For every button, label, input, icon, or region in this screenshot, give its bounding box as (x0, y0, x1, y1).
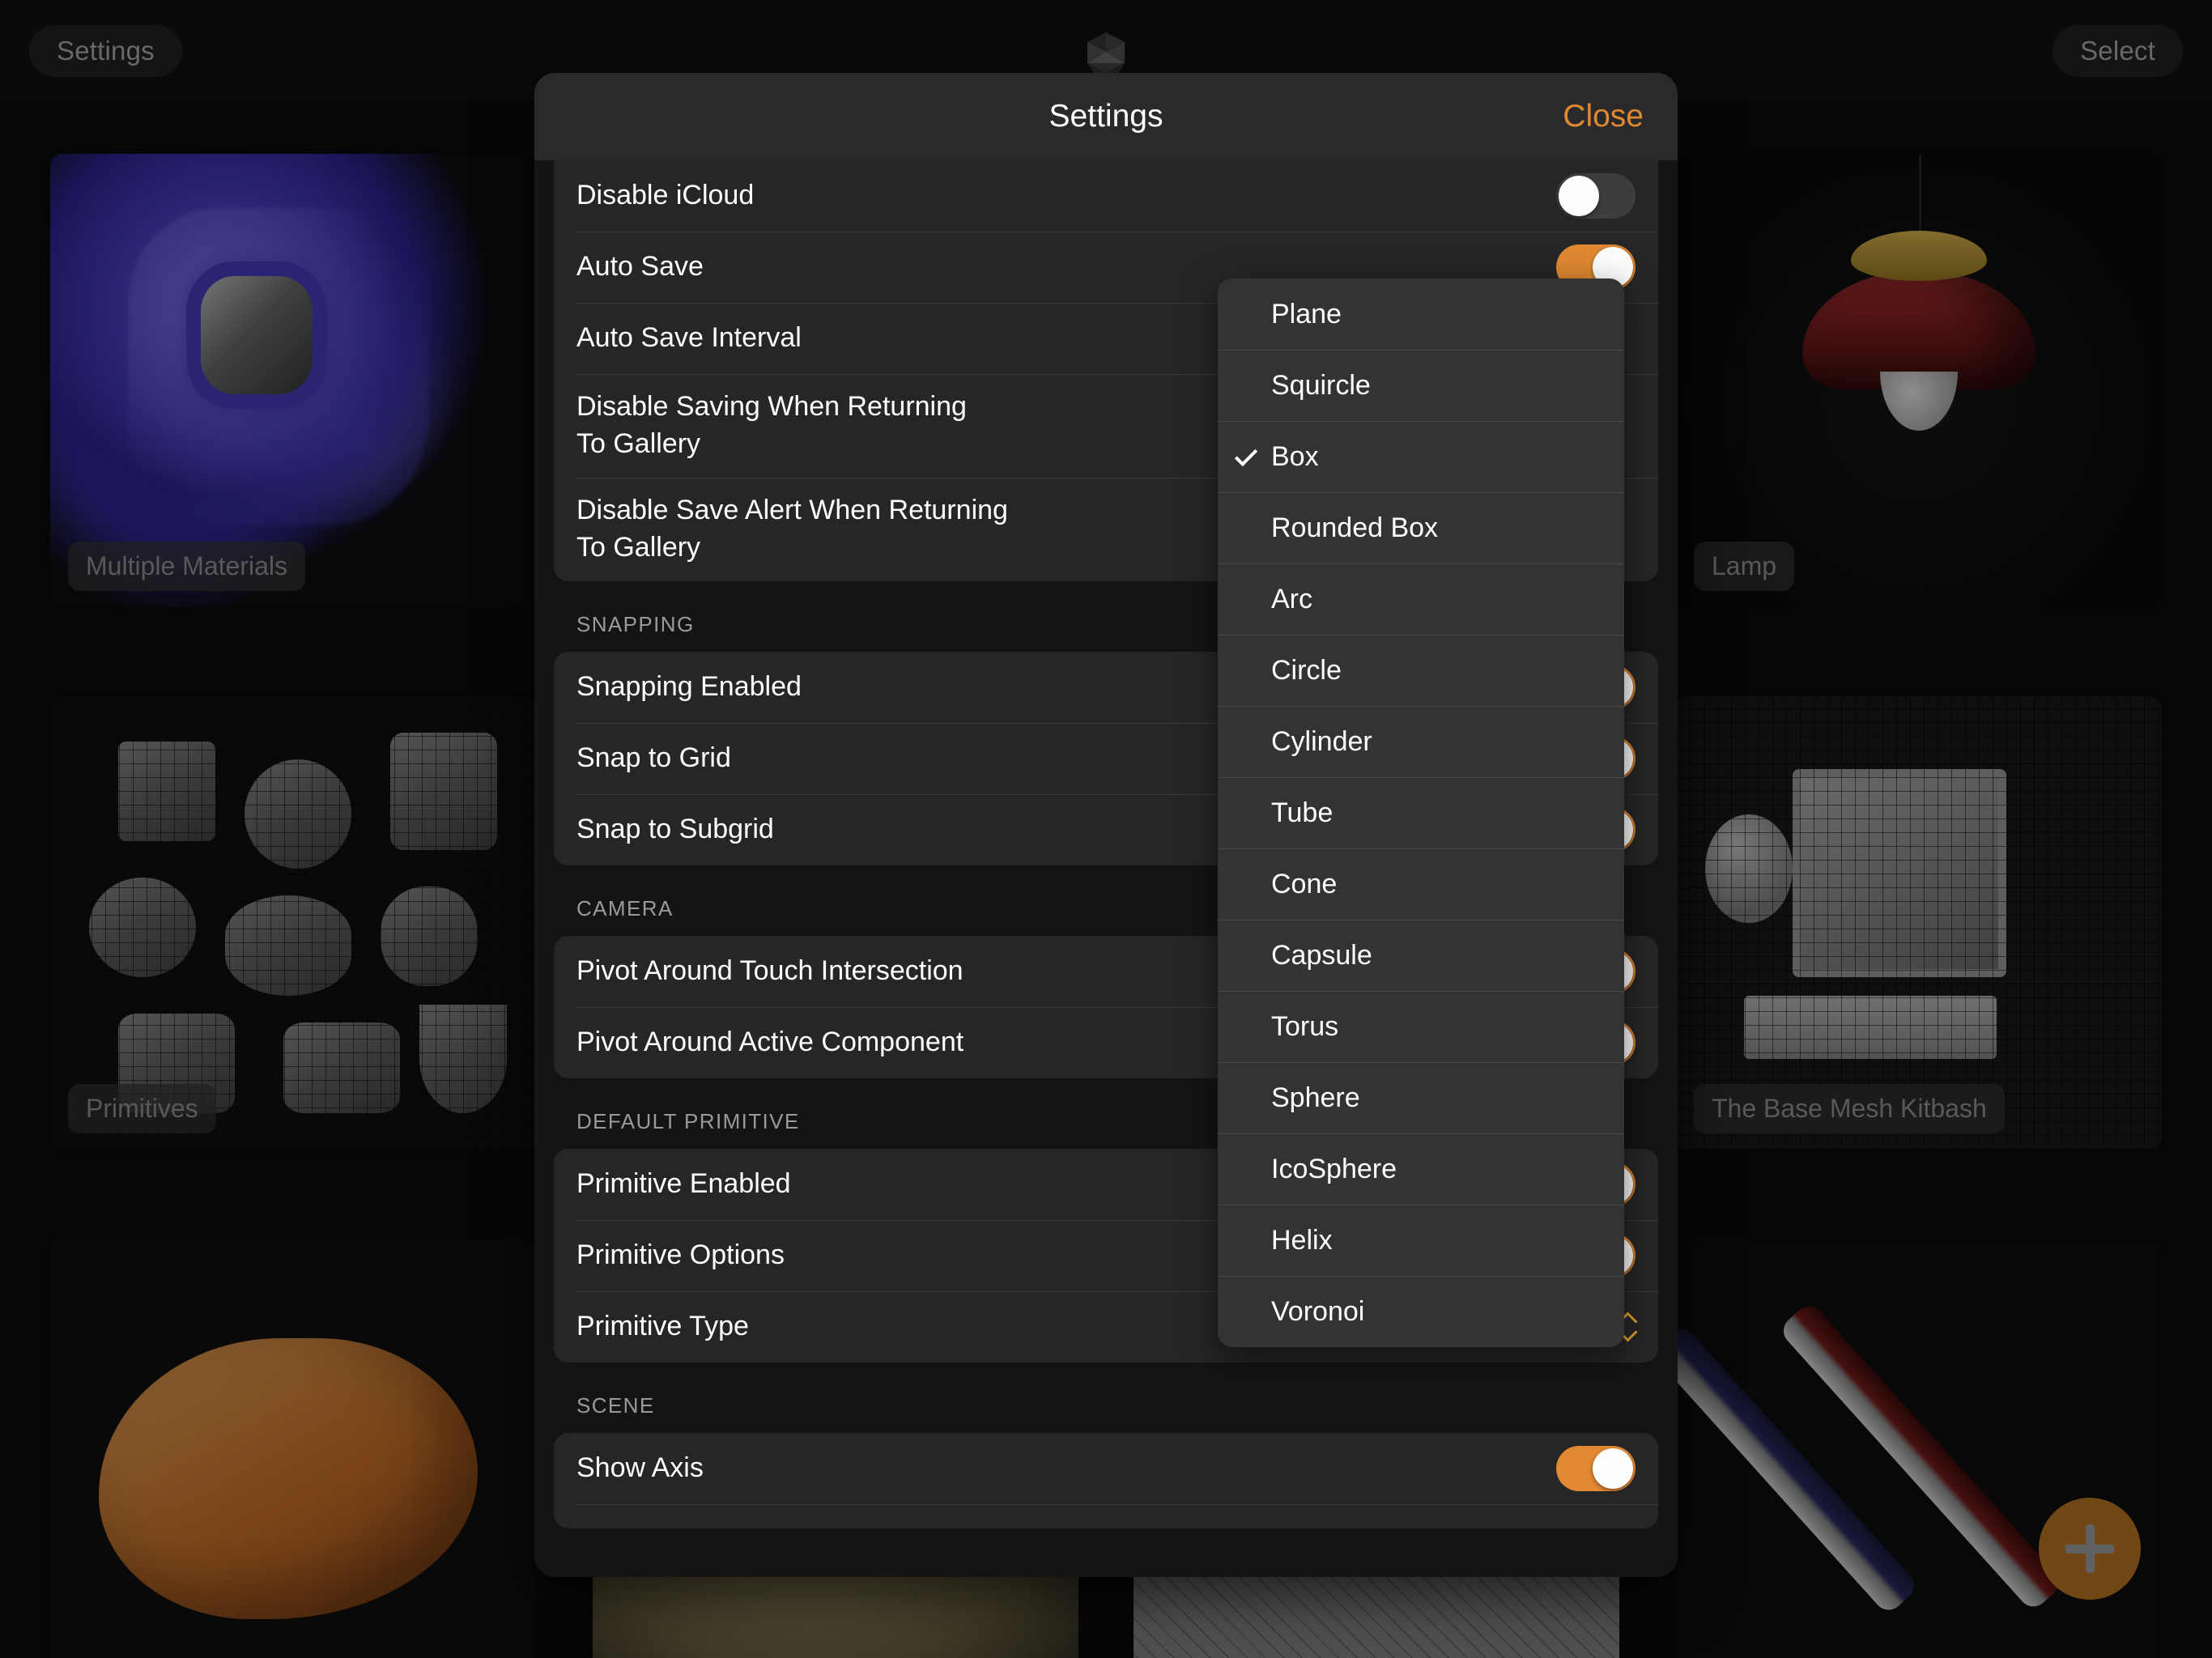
dropdown-item-plane[interactable]: Plane (1218, 278, 1624, 350)
toggle-disable-icloud[interactable] (1556, 173, 1636, 219)
setting-row-scene-next[interactable] (554, 1504, 1658, 1528)
dropdown-item-tube[interactable]: Tube (1218, 777, 1624, 848)
dropdown-item-label: Helix (1271, 1224, 1333, 1256)
dropdown-item-label: Squircle (1271, 369, 1371, 401)
dropdown-item-arc[interactable]: Arc (1218, 563, 1624, 635)
dropdown-item-label: Voronoi (1271, 1295, 1365, 1327)
dropdown-item-label: IcoSphere (1271, 1153, 1397, 1184)
dropdown-item-capsule[interactable]: Capsule (1218, 920, 1624, 991)
dropdown-item-label: Cone (1271, 868, 1338, 899)
setting-row-show-axis[interactable]: Show Axis (554, 1433, 1658, 1504)
dropdown-item-circle[interactable]: Circle (1218, 635, 1624, 706)
dropdown-item-label: Sphere (1271, 1082, 1360, 1113)
toggle-show-axis[interactable] (1556, 1446, 1636, 1491)
dropdown-item-label: Capsule (1271, 939, 1372, 971)
app-root: Multiple Materials Lamp Primitives The B… (0, 0, 2212, 1658)
dropdown-item-label: Rounded Box (1271, 512, 1439, 543)
dropdown-item-label: Box (1271, 440, 1319, 472)
dropdown-item-label: Plane (1271, 298, 1342, 329)
dropdown-item-label: Cylinder (1271, 725, 1372, 757)
dropdown-item-sphere[interactable]: Sphere (1218, 1062, 1624, 1133)
setting-label: Disable iCloud (576, 180, 755, 211)
dropdown-item-label: Torus (1271, 1010, 1339, 1042)
close-button[interactable]: Close (1563, 99, 1644, 134)
dropdown-item-helix[interactable]: Helix (1218, 1205, 1624, 1276)
settings-modal-title: Settings (1049, 99, 1163, 134)
dropdown-item-torus[interactable]: Torus (1218, 991, 1624, 1062)
checkmark-icon (1234, 443, 1258, 467)
dropdown-item-rounded-box[interactable]: Rounded Box (1218, 492, 1624, 563)
dropdown-item-label: Circle (1271, 654, 1342, 686)
setting-label: Show Axis (576, 1452, 704, 1484)
dropdown-item-label: Arc (1271, 583, 1312, 614)
dropdown-item-voronoi[interactable]: Voronoi (1218, 1276, 1624, 1347)
section-header-scene: SCENE (576, 1393, 655, 1418)
toggle-knob (1593, 1448, 1633, 1489)
settings-modal-header: Settings Close (534, 73, 1678, 160)
setting-row-disable-icloud[interactable]: Disable iCloud (554, 160, 1658, 232)
dropdown-item-squircle[interactable]: Squircle (1218, 350, 1624, 421)
dropdown-item-box[interactable]: Box (1218, 421, 1624, 492)
toggle-knob (1559, 176, 1599, 216)
dropdown-item-label: Tube (1271, 797, 1334, 828)
dropdown-item-cone[interactable]: Cone (1218, 848, 1624, 920)
primitive-type-dropdown-menu[interactable]: Plane Squircle Box Rounded Box Arc Circl… (1218, 278, 1624, 1347)
dropdown-item-cylinder[interactable]: Cylinder (1218, 706, 1624, 777)
settings-group-scene: Show Axis (554, 1433, 1658, 1528)
dropdown-item-icosphere[interactable]: IcoSphere (1218, 1133, 1624, 1205)
